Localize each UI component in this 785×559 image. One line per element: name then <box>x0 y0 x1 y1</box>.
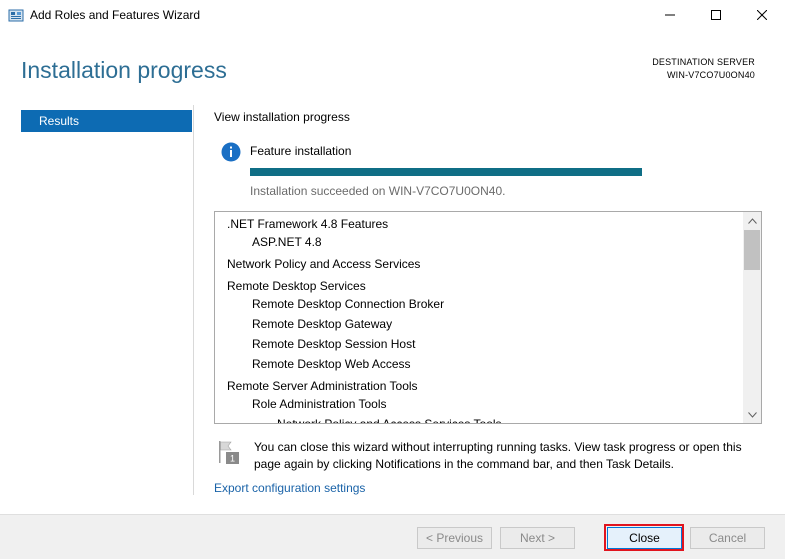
view-progress-label: View installation progress <box>214 110 350 124</box>
server-manager-icon <box>8 7 24 23</box>
installation-progress-bar <box>250 168 642 176</box>
scroll-down-button[interactable] <box>743 406 761 423</box>
feature-list-item: Role Administration Tools <box>252 397 387 411</box>
wizard-nav: Results <box>21 110 192 132</box>
wizard-header: Installation progress DESTINATION SERVER… <box>0 30 785 100</box>
close-button[interactable]: Close <box>607 527 682 549</box>
notification-badge: 1 <box>230 454 235 464</box>
chevron-down-icon <box>747 411 757 418</box>
minimize-button[interactable] <box>647 0 693 30</box>
features-list-content: .NET Framework 4.8 Features ASP.NET 4.8 Ne… <box>215 212 743 423</box>
next-button[interactable]: Next > <box>500 527 575 549</box>
feature-list-item: Remote Desktop Services <box>227 279 366 293</box>
feature-list-item: Network Policy and Access Services <box>227 257 421 271</box>
scroll-thumb[interactable] <box>744 230 760 270</box>
feature-list-item: ASP.NET 4.8 <box>252 235 322 249</box>
chevron-up-icon <box>747 217 757 224</box>
maximize-button[interactable] <box>693 0 739 30</box>
title-bar: Add Roles and Features Wizard <box>0 0 785 30</box>
close-window-button[interactable] <box>739 0 785 30</box>
nav-item-results[interactable]: Results <box>21 110 192 132</box>
previous-button[interactable]: < Previous <box>417 527 492 549</box>
scroll-up-button[interactable] <box>743 212 761 229</box>
close-icon <box>757 10 767 20</box>
destination-server-label: DESTINATION SERVER <box>652 57 755 67</box>
export-configuration-link[interactable]: Export configuration settings <box>214 481 365 495</box>
feature-list-item: Network Policy and Access Services Tools <box>277 417 502 423</box>
installed-features-list[interactable]: .NET Framework 4.8 Features ASP.NET 4.8 Ne… <box>214 211 762 424</box>
maximize-icon <box>711 10 721 20</box>
feature-list-item: Remote Server Administration Tools <box>227 379 418 393</box>
installation-status-text: Installation succeeded on WIN-V7CO7U0ON4… <box>250 184 506 198</box>
feature-list-item: Remote Desktop Connection Broker <box>252 297 445 311</box>
minimize-icon <box>665 14 675 16</box>
progress-fill <box>250 168 642 176</box>
cancel-button[interactable]: Cancel <box>690 527 765 549</box>
wizard-footer: < Previous Next > Close Cancel <box>0 514 785 559</box>
nav-divider <box>193 105 194 495</box>
notification-flag-icon: 1 <box>217 439 241 465</box>
features-scrollbar[interactable] <box>743 212 761 423</box>
destination-server-name: WIN-V7CO7U0ON40 <box>666 70 755 80</box>
feature-list-item: Remote Desktop Web Access <box>252 357 411 371</box>
close-wizard-note: You can close this wizard without interr… <box>254 440 742 471</box>
feature-installation-label: Feature installation <box>250 144 352 158</box>
window-title: Add Roles and Features Wizard <box>30 8 201 22</box>
feature-list-item: Remote Desktop Session Host <box>252 337 416 351</box>
info-icon <box>221 142 241 162</box>
feature-list-item: Remote Desktop Gateway <box>252 317 393 331</box>
page-title: Installation progress <box>21 57 227 83</box>
feature-list-item: .NET Framework 4.8 Features <box>227 217 389 231</box>
